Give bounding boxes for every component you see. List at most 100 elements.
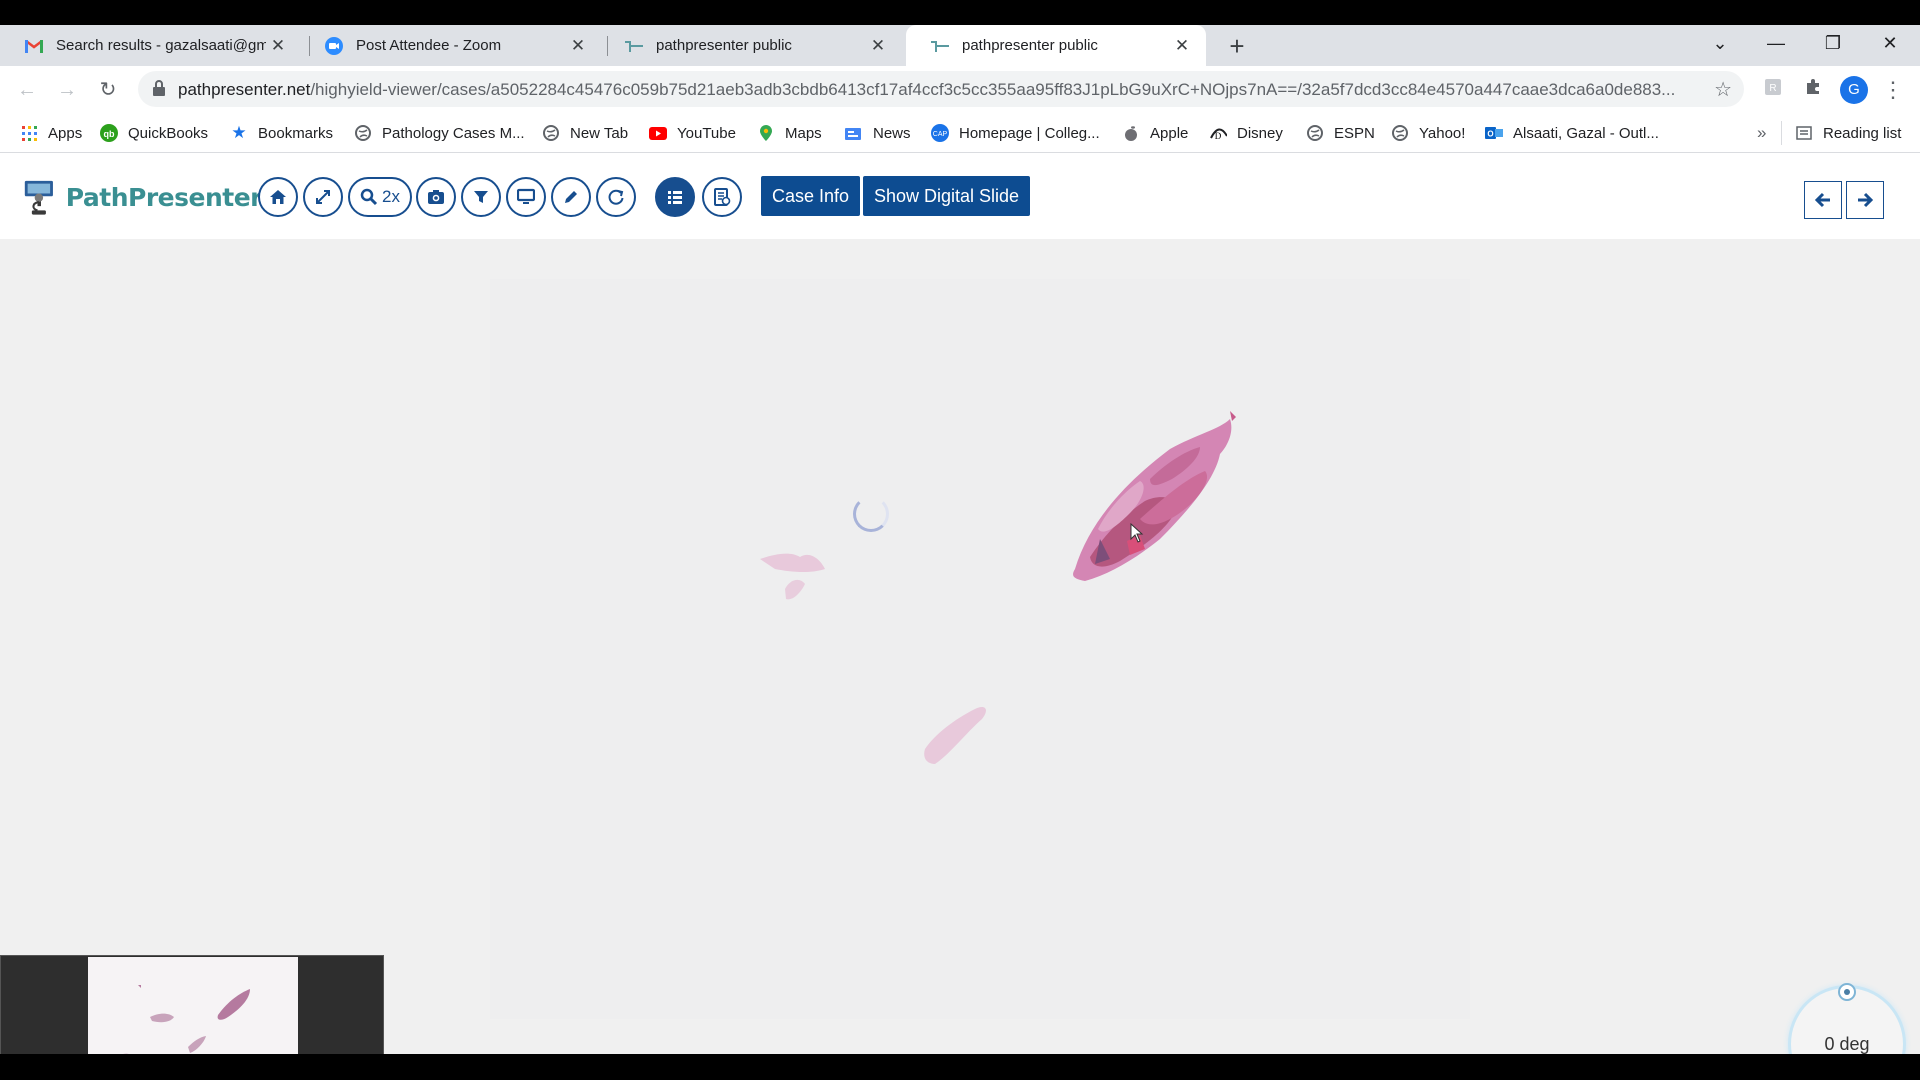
zoom-button[interactable]: 2x (348, 177, 412, 217)
bookmark-label: Alsaati, Gazal - Outl... (1513, 124, 1659, 142)
arrow-right-icon (1858, 192, 1874, 208)
list-icon (668, 191, 682, 204)
fullscreen-button[interactable] (303, 177, 343, 217)
window-close-icon[interactable]: ✕ (1870, 33, 1910, 54)
tab-title: pathpresenter public (962, 37, 1098, 54)
show-digital-slide-button[interactable]: Show Digital Slide (863, 176, 1031, 216)
svg-text:qb: qb (104, 129, 115, 139)
page-content: PathPresenter 2x Case Info Show Digital … (0, 153, 1920, 1054)
presentation-button[interactable] (506, 177, 546, 217)
bookmark-outlook[interactable]: O Alsaati, Gazal - Outl... (1485, 121, 1659, 145)
close-icon[interactable]: ✕ (866, 36, 890, 56)
tab-strip: Search results - gazalsaati@gmail.com ✕ … (0, 25, 1920, 66)
navigator-minimap[interactable] (0, 955, 384, 1054)
menu-kebab-icon[interactable]: ⋮ (1880, 77, 1906, 103)
bookmark-star-icon[interactable]: ☆ (1714, 77, 1732, 102)
apple-icon (1122, 124, 1140, 142)
bookmark-espn[interactable]: ESPN (1306, 121, 1375, 145)
restore-icon[interactable]: ❐ (1813, 33, 1853, 54)
globe-icon (1391, 124, 1409, 142)
more-bookmarks-button[interactable]: » (1757, 121, 1766, 145)
close-icon[interactable]: ✕ (266, 36, 290, 56)
rotation-value: 0 deg (1824, 1033, 1870, 1054)
bookmark-disney[interactable]: D Disney (1209, 121, 1283, 145)
close-icon[interactable]: ✕ (566, 36, 590, 56)
close-icon[interactable]: ✕ (1170, 36, 1194, 56)
zoom-level: 2x (382, 187, 400, 206)
bookmark-label: Bookmarks (258, 124, 334, 142)
next-slide-button[interactable] (1846, 181, 1884, 219)
bookmark-maps[interactable]: Maps (757, 121, 822, 145)
report-button[interactable] (702, 177, 742, 217)
new-tab-button[interactable]: + (1222, 31, 1252, 62)
bookmark-yahoo[interactable]: Yahoo! (1391, 121, 1465, 145)
pencil-icon (565, 191, 577, 203)
bookmark-bookmarks[interactable]: ★ Bookmarks (230, 121, 333, 145)
extension-icon[interactable]: R (1760, 77, 1786, 103)
previous-slide-button[interactable] (1804, 181, 1842, 219)
bookmark-pathology-cases[interactable]: Pathology Cases M... (354, 121, 525, 145)
tab-pathpresenter-active[interactable]: pathpresenter public ✕ (906, 25, 1206, 66)
rotate-icon (608, 189, 624, 205)
mouse-cursor-icon (1130, 523, 1144, 543)
disney-icon: D (1209, 124, 1227, 142)
tissue-slide-image (490, 279, 1470, 1019)
bookmark-label: YouTube (677, 124, 736, 142)
forward-icon[interactable]: → (52, 75, 82, 105)
url-text: pathpresenter.net/highyield-viewer/cases… (178, 80, 1676, 99)
bookmark-label: Apple (1150, 124, 1189, 142)
bookmark-homepage-college[interactable]: CAP Homepage | Colleg... (931, 121, 1100, 145)
bookmark-label: Homepage | Colleg... (959, 124, 1100, 142)
filter-button[interactable] (461, 177, 501, 217)
bookmark-label: Disney (1237, 124, 1283, 142)
puzzle-icon[interactable] (1800, 77, 1826, 103)
bookmark-label: Maps (785, 124, 822, 142)
svg-text:R: R (1769, 83, 1776, 94)
slide-list-button[interactable] (655, 177, 695, 217)
loading-spinner (853, 496, 889, 532)
maps-icon (757, 124, 775, 142)
pathpresenter-logo[interactable]: PathPresenter (22, 169, 263, 225)
bookmark-news[interactable]: News (845, 121, 911, 145)
svg-text:CAP: CAP (933, 131, 948, 138)
globe-icon (354, 124, 372, 142)
slide-viewer[interactable]: 0 deg (0, 239, 1920, 1054)
annotate-button[interactable] (551, 177, 591, 217)
back-icon[interactable]: ← (12, 75, 42, 105)
case-info-button[interactable]: Case Info (761, 176, 861, 216)
camera-icon (428, 190, 444, 204)
app-header: PathPresenter 2x Case Info Show Digital … (0, 153, 1920, 239)
globe-icon (542, 124, 560, 142)
monitor-icon (517, 188, 535, 204)
reload-icon[interactable]: ↻ (93, 75, 123, 105)
bookmark-label: QuickBooks (128, 124, 209, 142)
reading-list-button[interactable]: Reading list (1795, 121, 1901, 145)
tab-zoom[interactable]: Post Attendee - Zoom ✕ (300, 25, 602, 66)
bookmark-new-tab[interactable]: New Tab (542, 121, 628, 145)
tab-gmail[interactable]: Search results - gazalsaati@gmail.com ✕ (0, 25, 302, 66)
pathpresenter-icon (930, 36, 950, 56)
pathpresenter-icon (624, 36, 644, 56)
tab-pathpresenter[interactable]: pathpresenter public ✕ (600, 25, 902, 66)
bookmark-label: Yahoo! (1419, 124, 1466, 142)
bookmark-quickbooks[interactable]: qb QuickBooks (100, 121, 208, 145)
snapshot-button[interactable] (416, 177, 456, 217)
profile-avatar[interactable]: G (1840, 76, 1868, 104)
bookmark-label: New Tab (570, 124, 629, 142)
bookmark-label: News (873, 124, 911, 142)
tab-title: Search results - gazalsaati@gmail.com (56, 37, 266, 54)
home-button[interactable] (258, 177, 298, 217)
address-bar[interactable]: pathpresenter.net/highyield-viewer/cases… (138, 71, 1744, 107)
tab-search-icon[interactable]: ⌄ (1700, 33, 1740, 54)
bookmark-label: ESPN (1334, 124, 1375, 142)
svg-text:O: O (1487, 130, 1493, 139)
rotation-knob[interactable] (1838, 983, 1856, 1001)
bookmark-apple[interactable]: Apple (1122, 121, 1188, 145)
bookmark-youtube[interactable]: YouTube (649, 121, 736, 145)
reading-list-label: Reading list (1823, 124, 1902, 142)
tab-title: Post Attendee - Zoom (356, 37, 502, 54)
rotate-button[interactable] (596, 177, 636, 217)
logo-text: PathPresenter (65, 182, 263, 212)
minimize-icon[interactable]: — (1756, 33, 1796, 54)
bookmark-apps[interactable]: Apps (20, 121, 82, 145)
